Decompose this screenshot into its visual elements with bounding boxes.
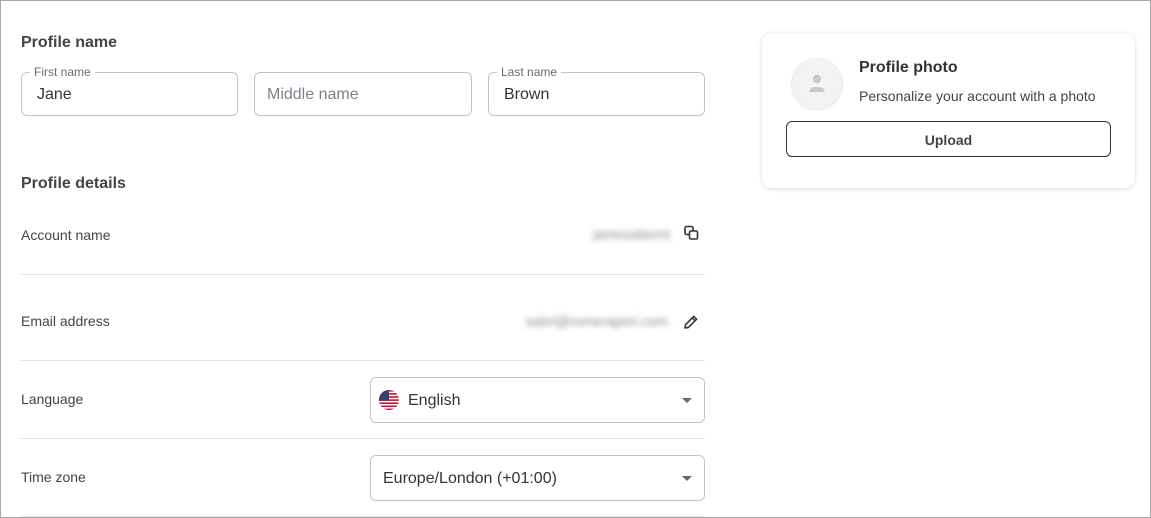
profile-name-heading: Profile name <box>21 34 118 51</box>
first-name-label: First name <box>30 65 95 79</box>
dropdown-arrow-icon <box>682 476 692 481</box>
last-name-label: Last name <box>497 65 562 79</box>
first-name-value: Jane <box>37 86 72 103</box>
time-zone-select[interactable]: Europe/London (+01:00) <box>370 455 705 501</box>
us-flag-icon <box>379 390 399 410</box>
divider <box>21 438 705 439</box>
profile-photo-title: Profile photo <box>859 59 958 76</box>
email-address-label: Email address <box>21 313 110 329</box>
language-select[interactable]: English <box>370 377 705 423</box>
middle-name-field[interactable]: Middle name <box>254 72 472 116</box>
profile-details-heading: Profile details <box>21 175 126 192</box>
account-name-value: jamesabernt <box>592 226 670 242</box>
language-value: English <box>408 392 461 409</box>
divider <box>21 360 705 361</box>
profile-settings-page: Profile name First name Jane Middle name… <box>0 0 1151 518</box>
divider <box>21 274 705 275</box>
avatar[interactable] <box>792 59 842 109</box>
profile-photo-description: Personalize your account with a photo <box>859 88 1096 104</box>
time-zone-value: Europe/London (+01:00) <box>383 470 557 487</box>
edit-pencil-icon[interactable] <box>681 312 701 332</box>
email-address-value: sabri@romeraperi.com <box>525 313 668 329</box>
account-name-label: Account name <box>21 227 111 243</box>
divider <box>21 516 705 517</box>
dropdown-arrow-icon <box>682 398 692 403</box>
language-label: Language <box>21 391 84 407</box>
middle-name-placeholder: Middle name <box>267 86 359 103</box>
time-zone-label: Time zone <box>21 469 86 485</box>
last-name-value: Brown <box>504 86 550 103</box>
copy-icon[interactable] <box>682 224 702 244</box>
first-name-field[interactable]: First name Jane <box>21 65 238 116</box>
upload-button[interactable]: Upload <box>786 121 1111 157</box>
user-placeholder-icon <box>809 74 825 92</box>
last-name-field[interactable]: Last name Brown <box>488 65 705 116</box>
profile-photo-card: Profile photo Personalize your account w… <box>762 33 1135 188</box>
